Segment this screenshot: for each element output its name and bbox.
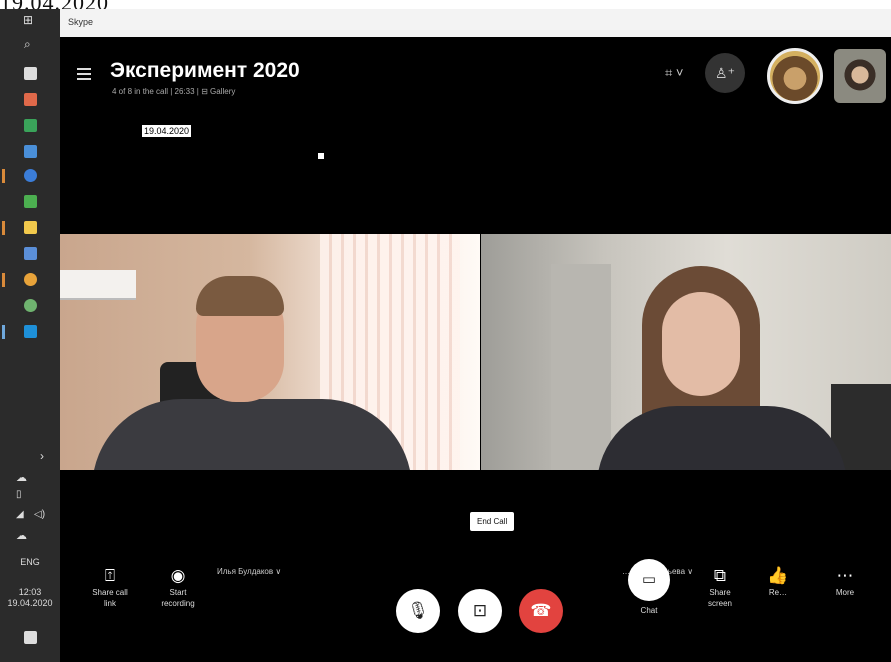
video-camera-icon[interactable]: ⊡ <box>458 589 502 633</box>
chat-icon: ▭ <box>628 559 670 601</box>
video-tile-right[interactable] <box>481 234 891 470</box>
chat-label: Chat <box>640 606 658 615</box>
language-indicator[interactable]: ENG <box>0 557 60 567</box>
self-video-preview[interactable] <box>834 49 886 103</box>
calendar-icon[interactable] <box>24 247 37 260</box>
app-icon-orange[interactable] <box>24 93 37 106</box>
video-tile-left[interactable] <box>60 234 480 470</box>
share-screen-label: Share screen <box>707 588 732 608</box>
volume-icon[interactable]: ◁) <box>34 509 45 520</box>
screen: 19.04.2020 ⊞ ⌕ › ☁ ▯ ◢ ◁) ☁ ENG 12:03 19… <box>0 0 891 662</box>
clock-date[interactable]: 19.04.2020 <box>0 598 60 608</box>
record-icon: ◉ <box>170 566 186 585</box>
share-icon: ⍐ <box>104 566 116 585</box>
participant-video <box>597 406 847 470</box>
thumbs-up-icon: 👍 <box>767 566 789 585</box>
monitor-icon[interactable] <box>24 145 37 158</box>
layout-icon[interactable]: ⌗ ˅ <box>665 65 684 81</box>
cursor-marker <box>318 153 324 159</box>
app-icon-green[interactable] <box>24 195 37 208</box>
video-scene-element <box>551 264 611 470</box>
video-scene-element <box>60 270 136 300</box>
onedrive-icon[interactable]: ☁ <box>16 529 27 542</box>
end-call-tooltip: End Call <box>470 512 515 531</box>
more-button[interactable]: ⋯ More <box>825 566 865 598</box>
call-title: Эксперимент 2020 <box>110 59 300 82</box>
battery-icon[interactable]: ▯ <box>16 489 22 500</box>
start-recording-button[interactable]: ◉ Start recording <box>154 566 202 609</box>
search-icon[interactable]: ⌕ <box>24 37 31 52</box>
windows-start-icon[interactable]: ⊞ <box>23 13 33 27</box>
calculator-icon[interactable] <box>24 67 37 80</box>
running-indicator <box>2 325 5 339</box>
participant-video <box>196 276 284 316</box>
more-label: More <box>835 588 855 597</box>
chevron-right-icon[interactable]: › <box>40 449 44 463</box>
react-button[interactable]: 👍 Re… <box>760 566 796 598</box>
clock-time[interactable]: 12:03 <box>0 587 60 597</box>
add-person-icon[interactable]: ♙⁺ <box>705 53 745 93</box>
microphone-icon[interactable]: 🎙 <box>396 589 440 633</box>
app-icon-leaf[interactable] <box>24 299 37 312</box>
participant-video <box>662 292 740 396</box>
skype-taskbar-icon[interactable] <box>24 325 37 338</box>
participant-name-left[interactable]: Илья Булдаков ∨ <box>217 567 281 576</box>
app-icon-blue[interactable] <box>24 169 37 182</box>
share-call-link-label: Share call link <box>92 588 128 608</box>
react-label: Re… <box>768 588 788 597</box>
date-label: 19.04.2020 <box>142 125 192 137</box>
hang-up-icon[interactable]: ☎ <box>519 589 563 633</box>
chrome-icon[interactable] <box>24 273 37 286</box>
share-screen-icon: ⧉ <box>713 566 727 585</box>
menu-icon[interactable] <box>77 68 91 83</box>
folder-icon[interactable] <box>24 221 37 234</box>
cloud-icon[interactable]: ☁ <box>16 471 27 484</box>
windows-taskbar: ⊞ ⌕ › ☁ ▯ ◢ ◁) ☁ ENG 12:03 19.04.2020 <box>0 9 60 662</box>
participant-avatar[interactable] <box>767 48 823 104</box>
notifications-icon[interactable] <box>24 631 37 644</box>
drive-icon[interactable] <box>24 119 37 132</box>
start-recording-label: Start recording <box>161 588 195 608</box>
window-titlebar: Skype <box>60 9 891 37</box>
chat-button[interactable]: ▭ Chat <box>626 559 672 616</box>
participant-video <box>92 399 412 470</box>
call-status[interactable]: 4 of 8 in the call | 26:33 | ⊟ Gallery <box>112 87 235 96</box>
network-icon[interactable]: ◢ <box>16 509 24 520</box>
share-call-link-button[interactable]: ⍐ Share call link <box>88 566 132 609</box>
app-title: Skype <box>68 17 94 27</box>
share-screen-button[interactable]: ⧉ Share screen <box>697 566 743 609</box>
more-dots-icon: ⋯ <box>836 566 854 585</box>
running-indicator <box>2 169 5 183</box>
call-stage: Эксперимент 2020 4 of 8 in the call | 26… <box>60 37 891 662</box>
running-indicator <box>2 273 5 287</box>
running-indicator <box>2 221 5 235</box>
